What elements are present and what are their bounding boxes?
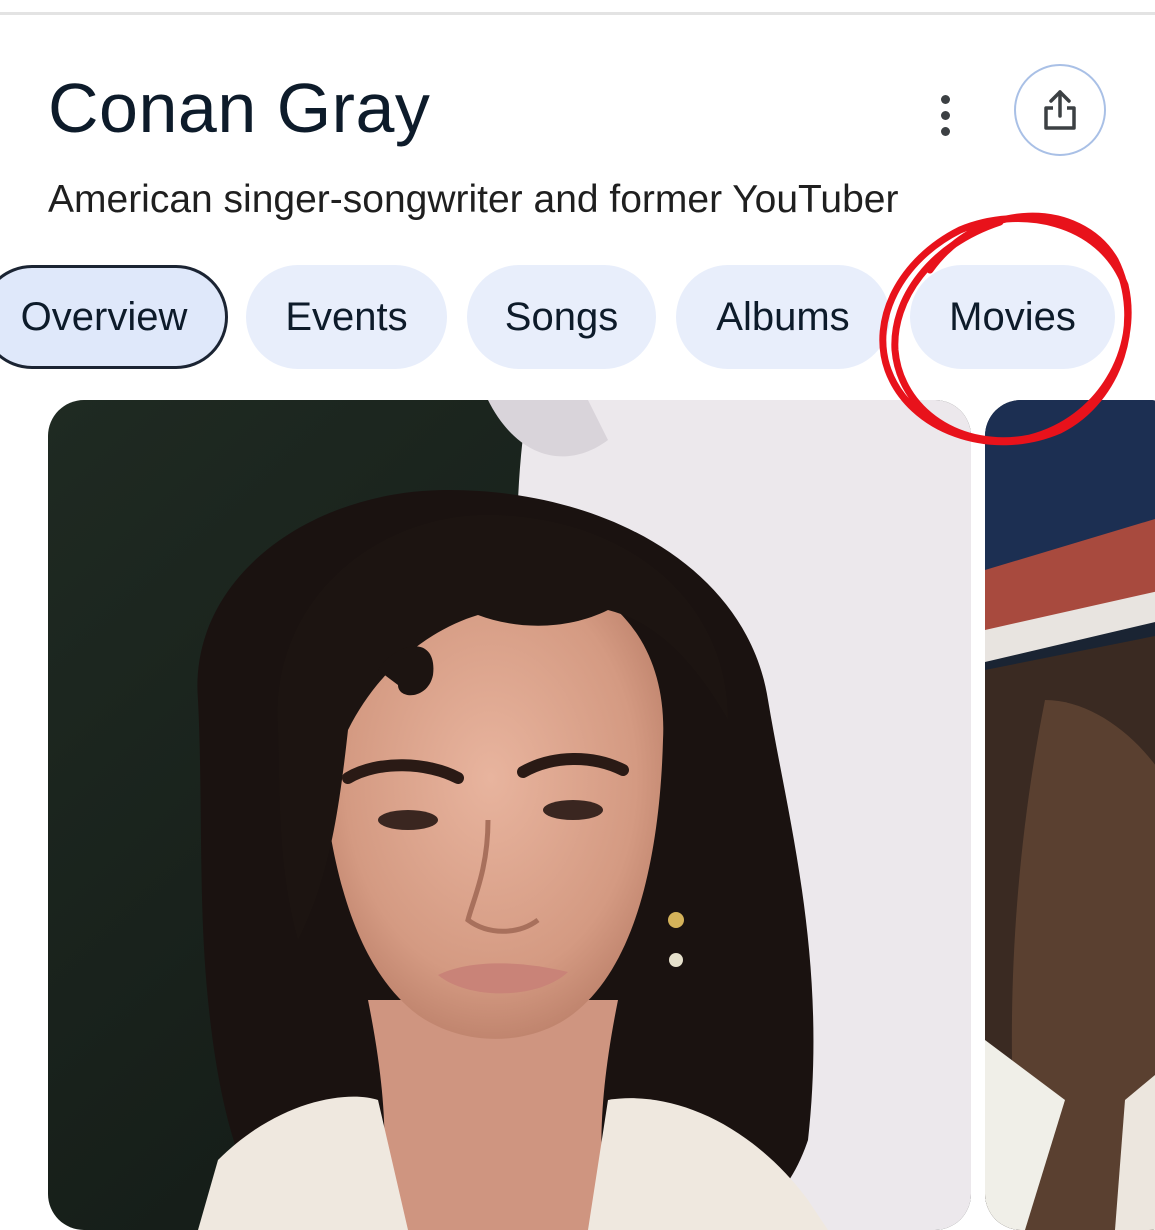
tab-overview[interactable]: Overview — [0, 265, 228, 369]
share-icon — [1044, 90, 1076, 130]
top-divider — [0, 12, 1155, 15]
vertical-dots-icon — [940, 94, 950, 104]
secondary-photo[interactable] — [985, 400, 1155, 1230]
tab-events[interactable]: Events — [246, 265, 447, 369]
entity-title: Conan Gray — [48, 69, 431, 147]
share-button[interactable] — [1014, 64, 1106, 156]
profile-photo[interactable] — [48, 400, 971, 1230]
tab-movies[interactable]: Movies — [910, 265, 1115, 369]
tab-songs[interactable]: Songs — [467, 265, 656, 369]
tab-albums[interactable]: Albums — [676, 265, 890, 369]
more-options-button[interactable] — [920, 90, 970, 140]
entity-description: American singer-songwriter and former Yo… — [48, 178, 899, 221]
